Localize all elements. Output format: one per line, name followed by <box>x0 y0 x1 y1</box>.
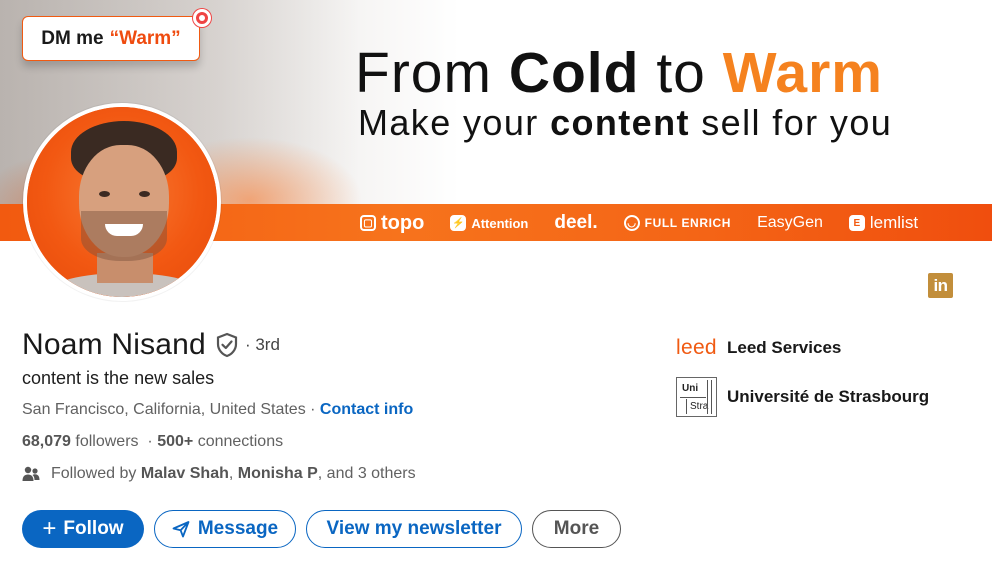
message-button[interactable]: Message <box>154 510 296 548</box>
profile-name: Noam Nisand <box>22 328 206 361</box>
university-logo: Uni Stra <box>676 377 717 417</box>
connections-count[interactable]: 500+ <box>157 433 193 450</box>
globe-icon: ◡ <box>623 215 640 231</box>
followers-label: followers <box>75 433 139 450</box>
follow-button[interactable]: + Follow <box>22 510 144 548</box>
followed-by-row[interactable]: Followed by Malav Shah, Monisha P, and 3… <box>22 465 416 483</box>
profile-avatar[interactable] <box>23 103 221 301</box>
sponsor-easygen: EasyGen <box>757 214 823 231</box>
follower-separator: , <box>228 465 234 482</box>
lightning-icon: ⚡ <box>450 215 467 231</box>
dm-prefix-text: DM me <box>41 27 104 49</box>
current-company-link[interactable]: leed Leed Services <box>676 336 841 360</box>
profile-headline: content is the new sales <box>22 368 215 388</box>
follower-name-1: Malav Shah <box>140 465 229 482</box>
sponsor-lemlist: E lemlist <box>848 213 918 233</box>
banner-subline: Make your content sell for you <box>358 102 893 143</box>
view-newsletter-button[interactable]: View my newsletter <box>306 510 522 548</box>
followed-by-suffix: , and 3 others <box>317 465 416 482</box>
sponsor-deel: deel. <box>554 212 598 233</box>
notification-dot-icon <box>193 9 211 27</box>
connection-degree: · 3rd <box>244 335 280 354</box>
message-label: Message <box>197 518 279 539</box>
education-link[interactable]: Uni Stra Université de Strasbourg <box>676 377 929 417</box>
company-name: Leed Services <box>727 338 842 357</box>
sponsor-attention: ⚡ Attention <box>450 215 529 231</box>
follow-label: Follow <box>63 518 124 539</box>
sponsor-list: ▢ topo ⚡ Attention deel. ◡ FULL ENRICH E… <box>360 204 944 241</box>
topo-icon: ▢ <box>360 215 376 231</box>
linkedin-icon: in <box>928 273 953 298</box>
followers-count: 68,079 <box>22 433 71 450</box>
profile-name-row: Noam Nisand · 3rd <box>22 328 280 362</box>
more-button[interactable]: More <box>532 510 621 548</box>
send-icon <box>172 521 190 538</box>
dm-keyword-text: “Warm” <box>109 27 181 49</box>
sponsor-fullenrich: ◡ FULL ENRICH <box>623 215 731 231</box>
leed-logo: leed <box>676 336 717 359</box>
location-separator: · <box>310 401 316 418</box>
lemlist-icon: E <box>848 215 865 231</box>
shield-check-icon[interactable] <box>215 332 239 358</box>
follower-name-2: Monisha P <box>237 465 318 482</box>
dm-warm-badge: DM me “Warm” <box>22 16 200 61</box>
people-icon <box>22 465 40 483</box>
newsletter-label: View my newsletter <box>326 518 502 539</box>
followed-by-prefix: Followed by <box>51 465 137 482</box>
school-name: Université de Strasbourg <box>727 387 930 406</box>
banner-headline: From Cold to Warm <box>355 41 883 105</box>
plus-icon: + <box>42 515 57 542</box>
more-label: More <box>553 518 600 539</box>
stats-row: 68,079 followers · 500+ connections <box>22 433 284 450</box>
profile-location: San Francisco, California, United States <box>22 401 306 418</box>
sponsor-topo: ▢ topo <box>360 212 424 235</box>
connections-label[interactable]: connections <box>198 433 283 450</box>
location-row: San Francisco, California, United States… <box>22 401 413 419</box>
contact-info-link[interactable]: Contact info <box>320 401 413 418</box>
